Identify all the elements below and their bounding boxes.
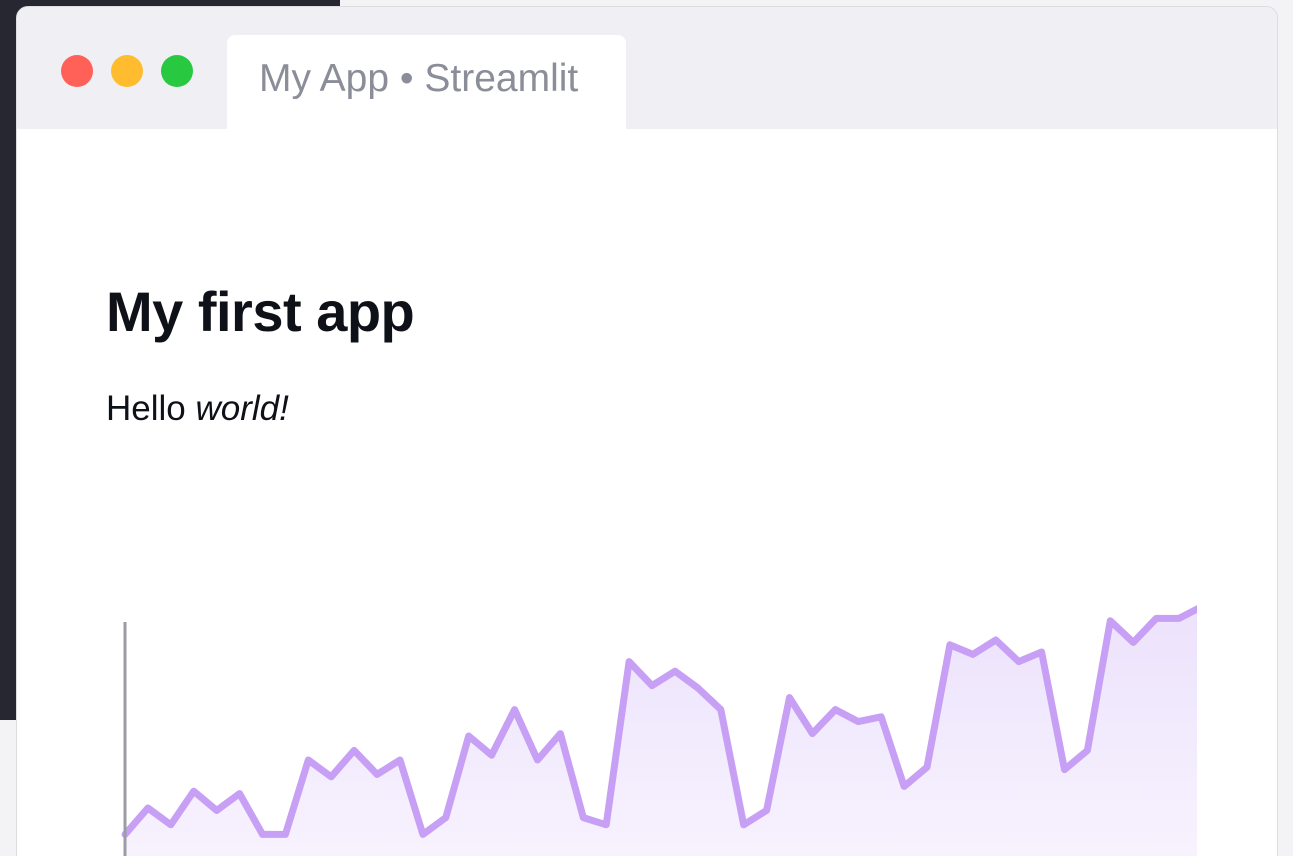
minimize-window-button[interactable] bbox=[111, 55, 143, 87]
browser-tab[interactable]: My App • Streamlit bbox=[227, 35, 626, 129]
area-fill bbox=[125, 609, 1197, 856]
desktop: My App • Streamlit My first app Hello wo… bbox=[0, 0, 1293, 856]
zoom-window-button[interactable] bbox=[161, 55, 193, 87]
area-chart bbox=[121, 605, 1197, 856]
greeting-emphasis: world! bbox=[195, 389, 289, 428]
close-window-button[interactable] bbox=[61, 55, 93, 87]
tab-title: My App • Streamlit bbox=[259, 57, 579, 100]
title-bar: My App • Streamlit bbox=[17, 7, 1277, 129]
browser-window: My App • Streamlit My first app Hello wo… bbox=[16, 6, 1278, 856]
greeting-plain: Hello bbox=[106, 389, 186, 428]
greeting-text: Hello world! bbox=[106, 389, 289, 429]
page-title: My first app bbox=[106, 280, 415, 343]
